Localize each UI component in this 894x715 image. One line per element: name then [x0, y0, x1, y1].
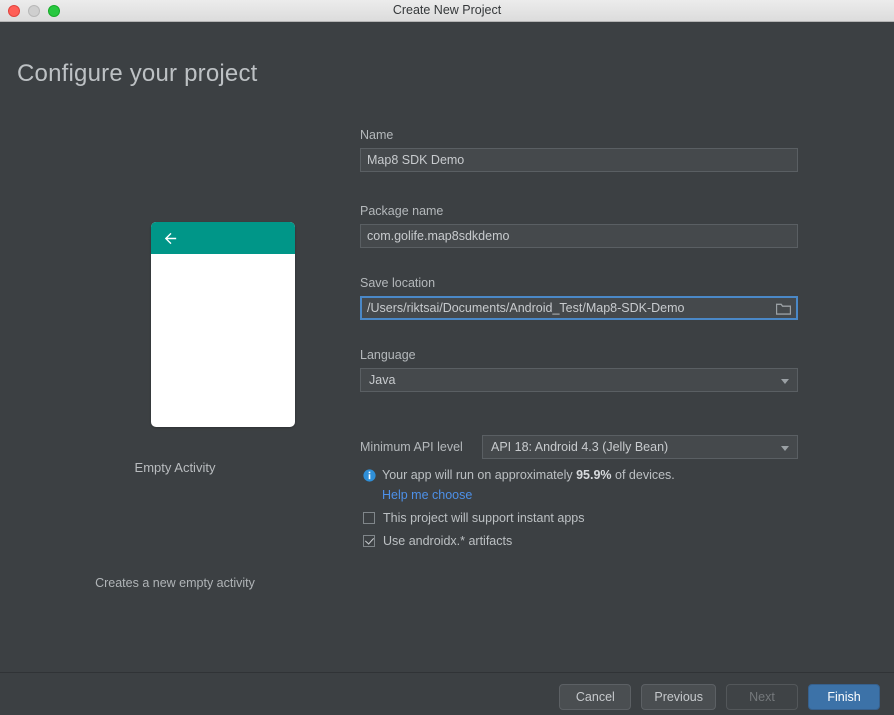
- coverage-text-after: of devices.: [612, 468, 675, 482]
- device-coverage-text: Your app will run on approximately 95.9%…: [382, 468, 675, 482]
- save-location-label: Save location: [360, 276, 798, 290]
- footer-separator: [0, 672, 894, 673]
- instant-apps-label: This project will support instant apps: [383, 511, 584, 525]
- chevron-down-icon: [781, 446, 789, 451]
- minimum-api-level-row: Minimum API level API 18: Android 4.3 (J…: [360, 435, 798, 459]
- chevron-down-icon: [781, 379, 789, 384]
- save-location-field-group: Save location /Users/riktsai/Documents/A…: [360, 276, 798, 320]
- androidx-label: Use androidx.* artifacts: [383, 534, 512, 548]
- create-new-project-dialog: Configure your project Empty Activity Cr…: [0, 22, 894, 715]
- help-me-choose-link[interactable]: Help me choose: [382, 488, 472, 502]
- name-input[interactable]: Map8 SDK Demo: [360, 148, 798, 172]
- info-icon: [363, 469, 376, 482]
- name-label: Name: [360, 128, 798, 142]
- activity-preview-thumbnail: [151, 222, 295, 327]
- package-name-input[interactable]: com.golife.map8sdkdemo: [360, 224, 798, 248]
- coverage-text-before: Your app will run on approximately: [382, 468, 576, 482]
- minimum-api-level-select[interactable]: API 18: Android 4.3 (Jelly Bean): [482, 435, 798, 459]
- language-select[interactable]: Java: [360, 368, 798, 392]
- language-label: Language: [360, 348, 798, 362]
- template-description-label: Creates a new empty activity: [0, 576, 350, 590]
- package-name-label: Package name: [360, 204, 798, 218]
- instant-apps-row[interactable]: This project will support instant apps: [363, 511, 584, 525]
- package-name-field-group: Package name com.golife.map8sdkdemo: [360, 204, 798, 248]
- phone-mockup: [151, 222, 295, 427]
- next-button: Next: [726, 684, 798, 710]
- minimum-api-level-value: API 18: Android 4.3 (Jelly Bean): [491, 440, 668, 454]
- device-coverage-note: Your app will run on approximately 95.9%…: [363, 468, 675, 482]
- cancel-button[interactable]: Cancel: [559, 684, 631, 710]
- dialog-footer: Cancel Previous Next Finish: [559, 684, 880, 710]
- window-title: Create New Project: [0, 3, 894, 17]
- language-value: Java: [369, 373, 395, 387]
- coverage-percent: 95.9%: [576, 468, 611, 482]
- save-location-value: /Users/riktsai/Documents/Android_Test/Ma…: [367, 301, 684, 315]
- window-titlebar: Create New Project: [0, 0, 894, 22]
- save-location-input[interactable]: /Users/riktsai/Documents/Android_Test/Ma…: [360, 296, 798, 320]
- phone-appbar: [151, 222, 295, 254]
- previous-button[interactable]: Previous: [641, 684, 716, 710]
- folder-icon[interactable]: [776, 302, 791, 315]
- template-name-label: Empty Activity: [0, 460, 350, 475]
- finish-button[interactable]: Finish: [808, 684, 880, 710]
- back-arrow-icon: [162, 230, 179, 247]
- minimum-api-level-label: Minimum API level: [360, 440, 482, 454]
- language-field-group: Language Java: [360, 348, 798, 392]
- androidx-row[interactable]: Use androidx.* artifacts: [363, 534, 512, 548]
- instant-apps-checkbox[interactable]: [363, 512, 375, 524]
- page-title: Configure your project: [17, 60, 258, 88]
- name-field-group: Name Map8 SDK Demo: [360, 128, 798, 172]
- androidx-checkbox[interactable]: [363, 535, 375, 547]
